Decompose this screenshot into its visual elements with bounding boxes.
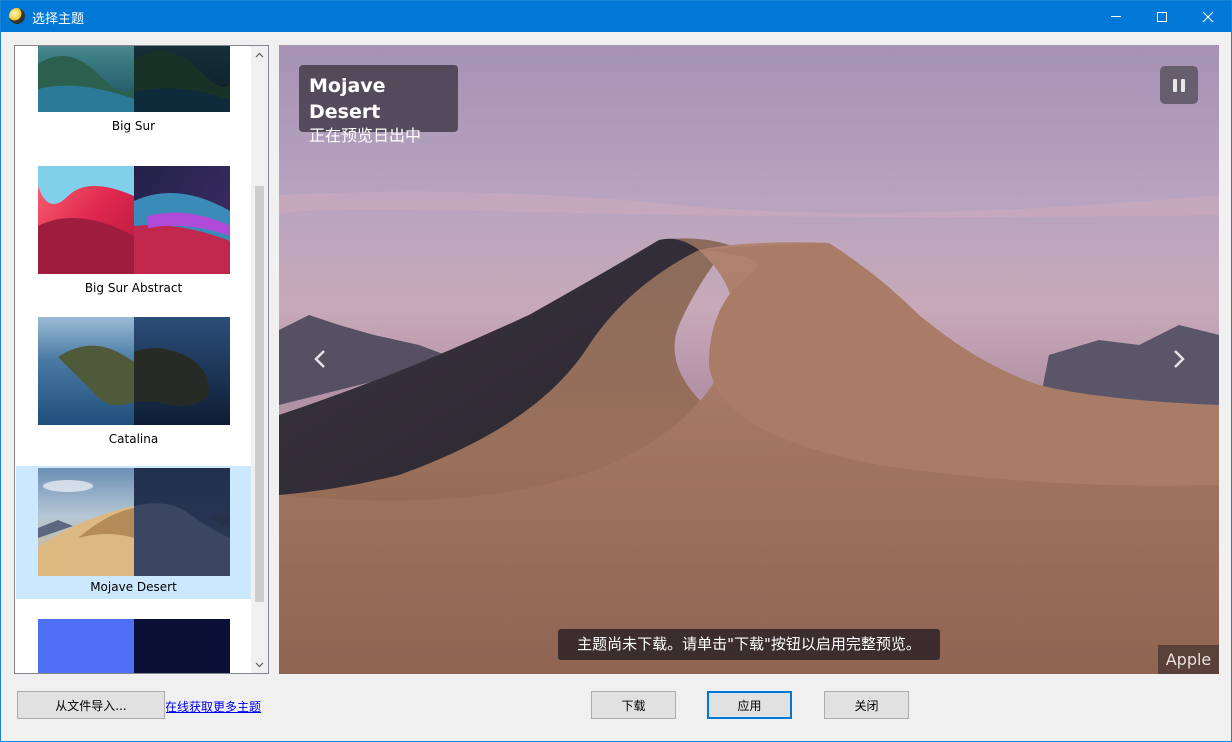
get-more-themes-link[interactable]: 在线获取更多主题 [166,698,261,716]
previous-image-button[interactable] [308,345,332,373]
theme-preview: Mojave Desert 正在预览日出中 主题尚未下载。请单击"下载"按钮以启… [279,45,1219,674]
theme-item-label: Big Sur Abstract [84,281,183,295]
app-icon [9,8,25,24]
maximize-button[interactable] [1139,1,1185,32]
preview-theme-name: Mojave Desert [309,75,386,123]
import-from-file-button[interactable]: 从文件导入... [17,691,165,719]
minimize-button[interactable] [1093,1,1139,32]
pause-icon [1181,78,1185,92]
window-title: 选择主题 [32,12,85,27]
apply-button[interactable]: 应用 [707,691,792,719]
theme-item-next[interactable] [16,602,251,673]
theme-picker-window: 选择主题 Big Sur Big Sur Abstract Catalina M… [0,0,1232,742]
theme-item-big-sur-abstract[interactable]: Big Sur Abstract [16,149,251,299]
theme-item-label: Catalina [108,432,159,446]
image-credit: Apple [1158,645,1219,674]
download-button[interactable]: 下载 [591,691,676,719]
theme-info-box: Mojave Desert 正在预览日出中 [299,65,458,145]
chevron-down-icon [255,662,264,667]
theme-list[interactable]: Big Sur Big Sur Abstract Catalina Mojave… [14,45,269,674]
maximize-icon [1157,11,1167,22]
scroll-down-button[interactable] [251,656,268,673]
theme-thumbnail [38,166,230,274]
chevron-up-icon [255,52,264,57]
preview-status: 正在预览日出中 [309,126,422,145]
title-bar[interactable]: 选择主题 [1,1,1231,32]
chevron-left-icon [314,350,325,368]
chevron-right-icon [1174,350,1185,368]
theme-item-mojave-desert[interactable]: Mojave Desert [16,466,251,599]
theme-item-catalina[interactable]: Catalina [16,300,251,450]
theme-thumbnail [38,468,230,576]
pause-button[interactable] [1160,66,1198,104]
theme-thumbnail [38,317,230,425]
theme-item-label: Big Sur [111,119,156,133]
theme-item-big-sur[interactable]: Big Sur [16,46,251,148]
scroll-thumb[interactable] [255,186,264,602]
minimize-icon [1111,16,1121,17]
next-image-button[interactable] [1167,345,1191,373]
theme-thumbnail [38,46,230,112]
theme-thumbnail [38,619,230,673]
theme-item-label: Mojave Desert [90,580,177,594]
close-window-button[interactable] [1185,1,1231,32]
pause-icon [1173,78,1177,92]
close-icon [1202,11,1214,22]
close-button[interactable]: 关闭 [824,691,909,719]
download-notice: 主题尚未下载。请单击"下载"按钮以启用完整预览。 [558,629,940,660]
scroll-up-button[interactable] [251,46,268,63]
theme-list-scrollbar[interactable] [251,46,268,673]
